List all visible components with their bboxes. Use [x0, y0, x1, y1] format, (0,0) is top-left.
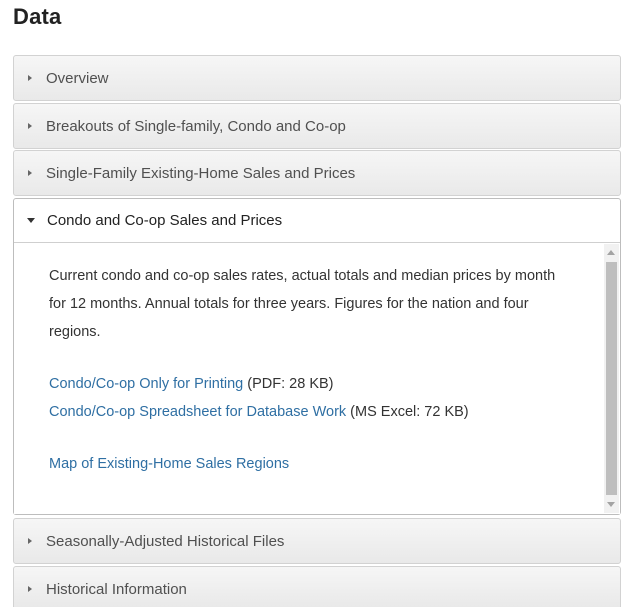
- download-link-row: Condo/Co-op Spreadsheet for Database Wor…: [49, 398, 570, 426]
- accordion-item-overview[interactable]: Overview: [13, 55, 621, 101]
- accordion-label: Single-Family Existing-Home Sales and Pr…: [46, 164, 356, 182]
- download-links: Condo/Co-op Only for Printing (PDF: 28 K…: [49, 370, 570, 426]
- caret-right-icon: [28, 170, 32, 176]
- accordion-header[interactable]: Breakouts of Single-family, Condo and Co…: [14, 104, 620, 148]
- panel-content: Current condo and co-op sales rates, act…: [14, 243, 620, 478]
- accordion-label: Breakouts of Single-family, Condo and Co…: [46, 117, 346, 135]
- printing-pdf-link[interactable]: Condo/Co-op Only for Printing: [49, 376, 243, 392]
- spreadsheet-excel-link[interactable]: Condo/Co-op Spreadsheet for Database Wor…: [49, 404, 346, 420]
- accordion-label: Historical Information: [46, 580, 187, 598]
- accordion-label: Condo and Co-op Sales and Prices: [47, 212, 283, 229]
- accordion-item-seasonally-adjusted[interactable]: Seasonally-Adjusted Historical Files: [13, 518, 621, 564]
- scroll-up-icon[interactable]: [607, 250, 615, 255]
- panel-description: Current condo and co-op sales rates, act…: [49, 268, 556, 340]
- accordion-label: Seasonally-Adjusted Historical Files: [46, 532, 285, 550]
- caret-down-icon: [27, 218, 35, 223]
- accordion-header[interactable]: Single-Family Existing-Home Sales and Pr…: [14, 151, 620, 195]
- accordion-label: Overview: [46, 69, 109, 87]
- download-link-row: Condo/Co-op Only for Printing (PDF: 28 K…: [49, 370, 570, 398]
- caret-right-icon: [28, 538, 32, 544]
- caret-right-icon: [28, 586, 32, 592]
- file-info: (PDF: 28 KB): [243, 376, 334, 392]
- caret-right-icon: [28, 75, 32, 81]
- accordion-item-breakouts[interactable]: Breakouts of Single-family, Condo and Co…: [13, 103, 621, 149]
- accordion-panel: Current condo and co-op sales rates, act…: [14, 243, 620, 514]
- regions-map-link[interactable]: Map of Existing-Home Sales Regions: [49, 456, 289, 472]
- page-title: Data: [13, 4, 62, 29]
- scroll-down-icon[interactable]: [607, 502, 615, 507]
- file-info: (MS Excel: 72 KB): [346, 404, 469, 420]
- caret-right-icon: [28, 123, 32, 129]
- accordion-header[interactable]: Historical Information: [14, 567, 620, 611]
- accordion-header[interactable]: Seasonally-Adjusted Historical Files: [14, 519, 620, 563]
- accordion-item-historical[interactable]: Historical Information: [13, 566, 621, 607]
- map-link-row: Map of Existing-Home Sales Regions: [49, 450, 570, 478]
- accordion-header[interactable]: Condo and Co-op Sales and Prices: [14, 199, 620, 243]
- accordion-item-condo-coop[interactable]: Condo and Co-op Sales and Prices Current…: [13, 198, 621, 515]
- vertical-scrollbar[interactable]: [604, 244, 619, 513]
- accordion-item-single-family[interactable]: Single-Family Existing-Home Sales and Pr…: [13, 150, 621, 196]
- scrollbar-thumb[interactable]: [606, 262, 617, 495]
- accordion-header[interactable]: Overview: [14, 56, 620, 100]
